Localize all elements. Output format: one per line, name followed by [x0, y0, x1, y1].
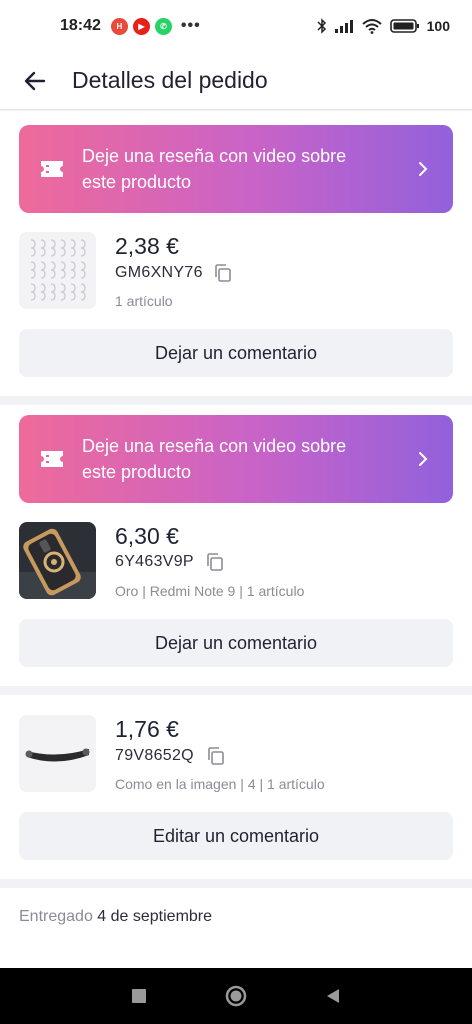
order-price: 6,30 € [115, 523, 179, 549]
status-time: 18:42 [60, 17, 101, 34]
square-icon [131, 989, 146, 1003]
system-nav-bar [0, 968, 472, 1024]
leave-comment-button[interactable]: Dejar un comentario [19, 329, 453, 377]
product-thumbnail[interactable] [19, 522, 96, 599]
video-review-banner[interactable]: Deje una reseña con video sobre este pro… [19, 415, 453, 503]
arrow-left-icon [24, 71, 46, 90]
ticket-icon [41, 161, 63, 177]
order-meta: 1 artículo [115, 293, 173, 309]
order-price: 1,76 € [115, 716, 179, 742]
order-card: Deje una reseña con video sobre este pro… [0, 111, 472, 396]
phone-case-image [19, 522, 96, 599]
circle-icon [225, 985, 247, 1007]
delivery-label: Entregado [19, 908, 93, 925]
order-id: 6Y463V9P [115, 553, 194, 570]
page-title: Detalles del pedido [72, 67, 268, 93]
leave-comment-button[interactable]: Dejar un comentario [19, 619, 453, 667]
recents-button[interactable] [119, 976, 159, 1016]
order-price: 2,38 € [115, 233, 179, 259]
home-button[interactable] [216, 976, 256, 1016]
more-notifications-icon: ••• [180, 17, 201, 34]
back-nav-button[interactable] [313, 976, 353, 1016]
bluetooth-icon [317, 18, 326, 34]
status-indicators: 100 [317, 18, 450, 34]
banner-text: Deje una reseña con video sobre este pro… [82, 436, 347, 482]
delivery-date: 4 de septiembre [97, 908, 213, 925]
battery-percent: 100 [426, 18, 450, 34]
signal-icon [334, 20, 353, 33]
order-card: 1,76 € 79V8652Q Como en la imagen | 4 | … [0, 695, 472, 879]
hm-app-icon: H [110, 17, 128, 35]
status-app-icons: H ▶ ✆ ••• [110, 17, 201, 35]
video-review-banner[interactable]: Deje una reseña con video sobre este pro… [19, 125, 453, 213]
youtube-app-icon: ▶ [132, 17, 150, 35]
battery-icon [389, 19, 419, 33]
product-thumbnail[interactable] [19, 715, 96, 792]
whatsapp-app-icon: ✆ [154, 17, 172, 35]
handle-image [19, 715, 96, 792]
chevron-right-icon [419, 162, 428, 176]
edit-comment-button[interactable]: Editar un comentario [19, 812, 453, 860]
ticket-icon [41, 451, 63, 467]
wifi-icon [361, 19, 382, 34]
copy-icon[interactable] [213, 263, 233, 283]
banner-text: Deje una reseña con video sobre este pro… [82, 146, 347, 192]
delivery-status: Entregado 4 de septiembre [19, 908, 212, 926]
product-thumbnail[interactable] [19, 232, 96, 309]
order-card: Deje una reseña con video sobre este pro… [0, 405, 472, 686]
app-header: Detalles del pedido [0, 52, 472, 110]
order-meta: Oro | Redmi Note 9 | 1 artículo [115, 583, 305, 599]
copy-icon[interactable] [205, 552, 225, 572]
order-id: GM6XNY76 [115, 264, 203, 281]
order-id: 79V8652Q [115, 747, 194, 764]
hooks-image [19, 232, 96, 309]
back-button[interactable] [0, 52, 70, 110]
chevron-right-icon [419, 452, 428, 466]
triangle-back-icon [327, 989, 340, 1003]
copy-icon[interactable] [206, 746, 226, 766]
status-bar: 18:42 H ▶ ✆ ••• 100 [0, 0, 472, 52]
delivery-info: Entregado 4 de septiembre [0, 888, 472, 968]
order-meta: Como en la imagen | 4 | 1 artículo [115, 776, 325, 792]
